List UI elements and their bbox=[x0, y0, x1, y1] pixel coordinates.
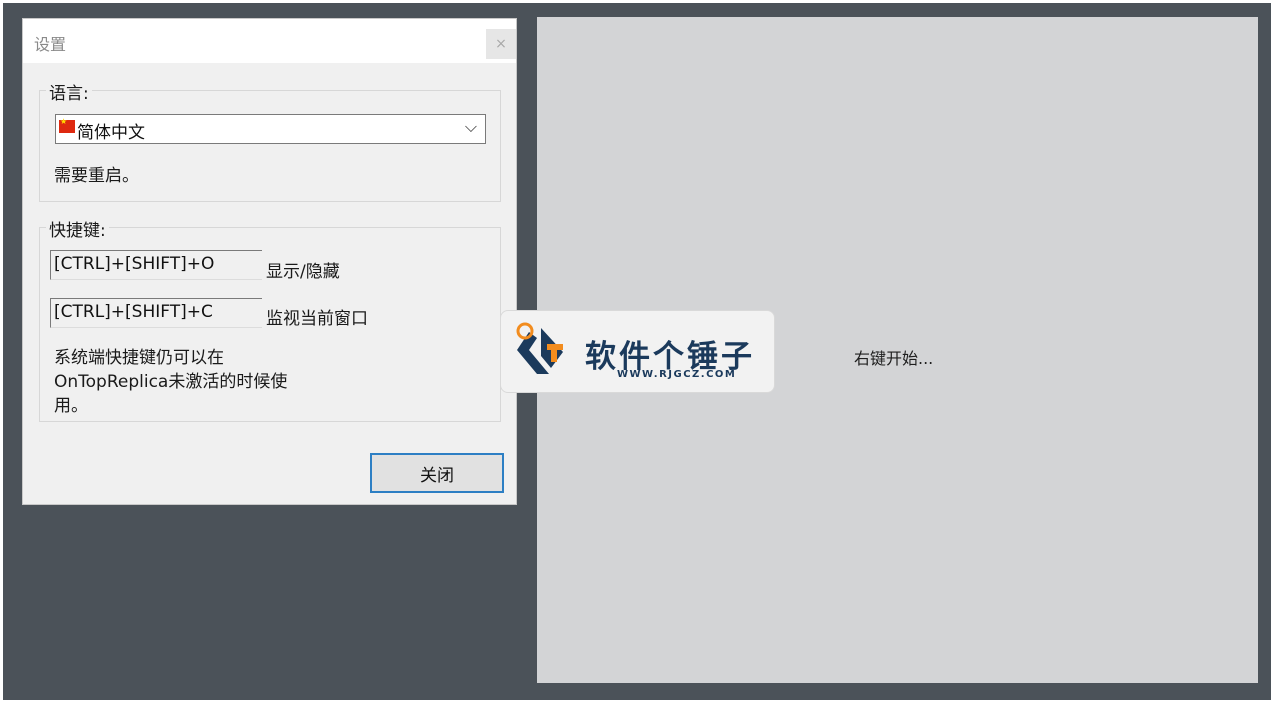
hotkey-note-line-2: OnTopReplica未激活的时候使 bbox=[54, 372, 288, 392]
hotkey-note-line-3: 用。 bbox=[54, 396, 88, 416]
hotkey-clone-current-label: 监视当前窗口 bbox=[266, 309, 368, 329]
replica-hint-text: 右键开始... bbox=[854, 349, 934, 368]
window-close-button[interactable]: × bbox=[486, 29, 516, 59]
watermark-url: WWW.RJGCZ.COM bbox=[617, 369, 737, 380]
hotkey-show-hide-label: 显示/隐藏 bbox=[266, 262, 340, 282]
hotkey-clone-current-input[interactable]: [CTRL]+[SHIFT]+C bbox=[50, 298, 262, 328]
chevron-down-icon[interactable]: ⌵ bbox=[465, 117, 477, 137]
restart-note: 需要重启。 bbox=[54, 166, 139, 186]
settings-dialog: 设置 × 语言: 简体中文 ⌵ 需要重启。 快捷键: [CTRL]+[SHIFT… bbox=[22, 18, 517, 505]
language-group-label: 语言: bbox=[46, 79, 92, 104]
hotkey-note-line-1: 系统端快捷键仍可以在 bbox=[54, 348, 224, 368]
watermark-badge: 软件个锤子 WWW.RJGCZ.COM bbox=[500, 310, 775, 393]
hotkey-show-hide-input[interactable]: [CTRL]+[SHIFT]+O bbox=[50, 250, 262, 280]
language-select-value: 简体中文 bbox=[77, 123, 145, 143]
close-icon: × bbox=[495, 36, 507, 52]
dialog-title: 设置 bbox=[34, 35, 67, 54]
title-bar[interactable]: 设置 × bbox=[23, 19, 516, 63]
flag-cn-icon bbox=[59, 117, 75, 133]
language-select[interactable]: 简体中文 ⌵ bbox=[55, 114, 486, 144]
watermark-logo-icon bbox=[516, 322, 563, 374]
close-button[interactable]: 关闭 bbox=[370, 453, 504, 493]
hotkey-group-label: 快捷键: bbox=[46, 216, 109, 241]
